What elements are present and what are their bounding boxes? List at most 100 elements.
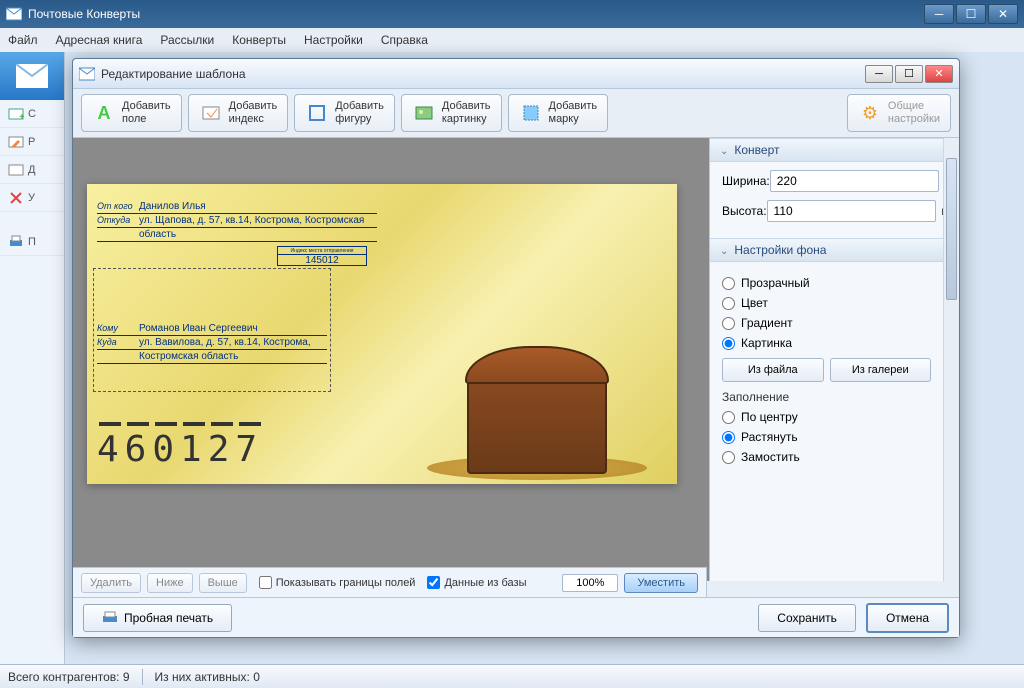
statusbar: Всего контрагентов: 9 Из них активных: 0 [0,664,1024,688]
maximize-button[interactable]: ☐ [956,4,986,24]
height-label: Высота: [722,204,767,218]
dialog-maximize-button[interactable]: ☐ [895,65,923,83]
sidebar-item-edit[interactable]: Р [0,128,64,156]
tool-label: Добавить фигуру [335,100,384,126]
close-button[interactable]: ✕ [988,4,1018,24]
sidebar-item-delete[interactable]: У [0,184,64,212]
tool-label: Общие настройки [888,100,940,126]
from-label: От кого [97,201,139,212]
higher-button[interactable]: Выше [199,573,247,593]
tool-label: Добавить картинку [442,100,491,126]
from-addr-value: ул. Щапова, д. 57, кв.14, Кострома, Кост… [139,215,364,226]
add-shape-button[interactable]: Добавить фигуру [294,94,395,132]
template-editor-dialog: Редактирование шаблона ─ ☐ ✕ AДобавить п… [72,58,960,638]
fill-center-radio[interactable]: По центру [722,410,931,424]
text-icon: A [92,101,116,125]
add-field-button[interactable]: AДобавить поле [81,94,182,132]
menu-settings[interactable]: Настройки [304,33,363,47]
sidebar-item-label: Д [28,164,35,176]
app-icon [6,6,22,22]
db-data-checkbox[interactable]: Данные из базы [427,576,526,589]
app-title: Почтовые Конверты [28,7,924,21]
dialog-title: Редактирование шаблона [101,67,863,81]
section-bg-header[interactable]: Настройки фона [710,238,943,262]
width-input[interactable] [770,170,939,192]
from-addr-label: Откуда [97,215,139,226]
fill-label: Заполнение [722,390,931,404]
menu-file[interactable]: Файл [8,33,38,47]
canvas-pane[interactable]: От когоДанилов Илья Откудаул. Щапова, д.… [73,138,709,581]
add-stamp-button[interactable]: Добавить марку [508,94,609,132]
fill-tile-radio[interactable]: Замостить [722,450,931,464]
menubar: Файл Адресная книга Рассылки Конверты На… [0,28,1024,52]
envelope-bg-image [407,204,667,474]
sidebar-item-create[interactable]: +С [0,100,64,128]
index-icon [199,101,223,125]
add-image-button[interactable]: Добавить картинку [401,94,502,132]
preview-print-button[interactable]: Пробная печать [83,604,232,632]
minimize-button[interactable]: ─ [924,4,954,24]
properties-panel: Конверт Ширина: мм Высота: мм [709,138,959,581]
from-file-button[interactable]: Из файла [722,358,824,382]
sidebar-logo [0,52,64,100]
bg-image-radio[interactable]: Картинка [722,336,931,350]
canvas-toolbar: Удалить Ниже Выше Показывать границы пол… [73,567,707,597]
menu-envelopes[interactable]: Конверты [232,33,286,47]
sidebar-item-label: П [28,236,36,248]
zoom-value[interactable]: 100% [562,574,618,592]
panel-scrollbar[interactable] [943,138,959,581]
width-label: Ширина: [722,174,770,188]
tool-label: Добавить поле [122,100,171,126]
sidebar-item-label: С [28,108,36,120]
bg-gradient-radio[interactable]: Градиент [722,316,931,330]
sidebar: +С Р Д У П [0,52,65,664]
dialog-minimize-button[interactable]: ─ [865,65,893,83]
from-value: Данилов Илья [139,201,206,212]
bg-color-radio[interactable]: Цвет [722,296,931,310]
app-titlebar: Почтовые Конверты ─ ☐ ✕ [0,0,1024,28]
fit-button[interactable]: Уместить [624,573,698,593]
postindex-bars [99,422,261,426]
to-addr-value2: Костромская область [139,351,238,362]
from-addr-value2: область [139,229,176,240]
dialog-toolbar: AДобавить поле Добавить индекс Добавить … [73,89,959,137]
save-button[interactable]: Сохранить [758,604,856,632]
printer-icon [102,611,118,625]
menu-mailings[interactable]: Рассылки [160,33,214,47]
height-input[interactable] [767,200,936,222]
cancel-button[interactable]: Отмена [866,603,949,633]
stamp-icon [519,101,543,125]
dialog-close-button[interactable]: ✕ [925,65,953,83]
fill-stretch-radio[interactable]: Растянуть [722,430,931,444]
sender-index-box: Индекс места отправления 145012 [277,246,367,266]
dialog-titlebar: Редактирование шаблона ─ ☐ ✕ [73,59,959,89]
dialog-icon [79,66,95,82]
delete-button[interactable]: Удалить [81,573,141,593]
section-envelope-header[interactable]: Конверт [710,138,943,162]
add-index-button[interactable]: Добавить индекс [188,94,289,132]
menu-help[interactable]: Справка [381,33,428,47]
sidebar-item-print[interactable]: П [0,228,64,256]
from-gallery-button[interactable]: Из галереи [830,358,932,382]
general-settings-button[interactable]: ⚙Общие настройки [847,94,951,132]
lower-button[interactable]: Ниже [147,573,193,593]
status-total: Всего контрагентов: 9 [8,670,130,684]
sidebar-item-label: Р [28,136,35,148]
bg-transparent-radio[interactable]: Прозрачный [722,276,931,290]
sidebar-item-label: У [28,192,35,204]
postindex-value: 460127 [97,429,263,470]
shape-icon [305,101,329,125]
to-label: Кому [97,323,139,334]
to-value: Романов Иван Сергеевич [139,323,258,334]
sidebar-item-add[interactable]: Д [0,156,64,184]
to-addr-value: ул. Вавилова, д. 57, кв.14, Кострома, [139,337,311,348]
menu-addressbook[interactable]: Адресная книга [56,33,143,47]
gear-icon: ⚙ [858,101,882,125]
envelope-icon [16,64,48,88]
to-addr-label: Куда [97,337,139,348]
envelope-preview[interactable]: От когоДанилов Илья Откудаул. Щапова, д.… [87,184,677,484]
status-active: Из них активных: 0 [155,670,260,684]
tool-label: Добавить индекс [229,100,278,126]
show-borders-checkbox[interactable]: Показывать границы полей [259,576,416,589]
tool-label: Добавить марку [549,100,598,126]
